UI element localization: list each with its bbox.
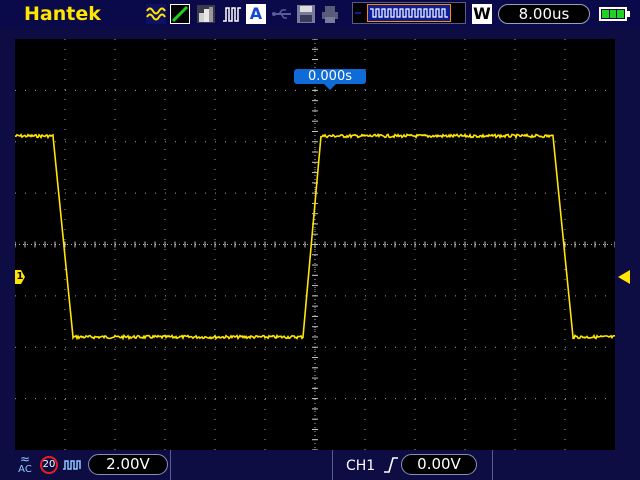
ch1-volts-per-div[interactable]: 2.00V bbox=[88, 454, 168, 475]
coupling-indicator[interactable]: ≈ AC bbox=[14, 453, 36, 477]
bottom-status-bar: ≈ AC 20 2.00V CH1 0.00V bbox=[0, 450, 640, 480]
divider bbox=[492, 450, 493, 480]
save-icon[interactable] bbox=[296, 4, 316, 24]
trigger-source[interactable]: CH1 bbox=[346, 457, 375, 475]
waveform-overview-window[interactable] bbox=[367, 4, 451, 22]
battery-cell bbox=[617, 10, 625, 18]
timebase-readout[interactable]: 8.00us bbox=[498, 4, 590, 24]
battery-icon bbox=[599, 7, 627, 21]
scope-graticule bbox=[15, 39, 615, 450]
pulse-icon[interactable] bbox=[222, 4, 242, 24]
trigger-position-label[interactable]: 0.000s bbox=[294, 69, 366, 84]
trigger-level-readout[interactable]: 0.00V bbox=[401, 454, 477, 475]
waveform-icon[interactable] bbox=[146, 4, 166, 24]
trigger-level-marker[interactable] bbox=[618, 270, 630, 284]
trigger-position-marker[interactable] bbox=[324, 84, 336, 90]
print-icon[interactable] bbox=[320, 4, 340, 24]
bandwidth-limit-icon[interactable]: 20 bbox=[40, 456, 58, 474]
coupling-label: AC bbox=[18, 464, 32, 475]
scope-display[interactable]: 0.000s 1 bbox=[15, 39, 630, 450]
usb-icon bbox=[271, 4, 293, 24]
divider bbox=[170, 450, 171, 480]
auto-icon[interactable]: A bbox=[246, 4, 266, 24]
battery-tip bbox=[627, 11, 630, 17]
top-toolbar: Hantek A W 8.00us bbox=[0, 0, 640, 28]
persistence-icon[interactable] bbox=[196, 4, 216, 24]
mode-indicator[interactable]: W bbox=[472, 4, 492, 24]
battery-cell bbox=[609, 10, 617, 18]
probe-icon[interactable] bbox=[62, 457, 82, 477]
brand-logo: Hantek bbox=[24, 3, 101, 25]
ramp-icon[interactable] bbox=[170, 4, 190, 24]
battery-cell bbox=[602, 10, 609, 18]
divider bbox=[332, 450, 333, 480]
rising-edge-icon[interactable] bbox=[383, 456, 399, 478]
